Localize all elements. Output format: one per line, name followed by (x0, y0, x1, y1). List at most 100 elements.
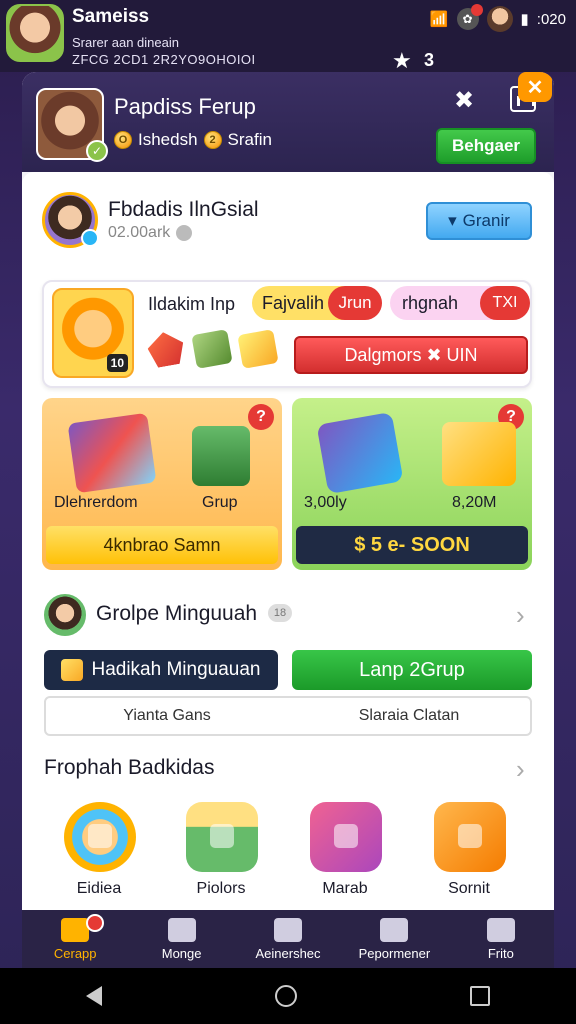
inbox-icon (380, 917, 409, 942)
nav-item-inbox[interactable]: Pepormener (341, 910, 447, 968)
mail-icon (274, 917, 303, 942)
group-tabs: Yianta Gans Slaraia Clatan (44, 696, 532, 736)
reward-tile-green[interactable]: ? 3,00ly 8,20M $ 5 e- SOON (292, 398, 532, 570)
tile-action-button[interactable]: $ 5 e- SOON (296, 526, 528, 564)
header-avatar[interactable]: ✓ (36, 88, 108, 162)
verified-icon: ✓ (86, 140, 108, 162)
nav-item-monge[interactable]: Monge (128, 910, 234, 968)
feature-item[interactable]: Marab (290, 798, 400, 910)
tab-right[interactable]: Slaraia Clatan (288, 698, 530, 734)
nav-item-home[interactable]: Cerapp (22, 910, 128, 968)
feature-item[interactable]: Piolors (166, 798, 276, 910)
character-icon (64, 802, 136, 872)
profile-meta-text: 02.00ark (108, 224, 171, 241)
level-badge: 10 (106, 354, 128, 372)
tile-label: Dlehrerdom (54, 494, 138, 511)
nav-item-messages[interactable]: Aeinershec (235, 910, 341, 968)
header-title: Papdiss Ferup (114, 94, 256, 119)
profile-name: Fbdadis IlnGsial (108, 198, 259, 221)
tile-label: 8,20M (452, 494, 497, 511)
currency-label: Srafin (227, 130, 272, 149)
promo-title: Ildakim Inp (148, 294, 236, 314)
tile-action-button[interactable]: 4knbrao Samn (46, 526, 278, 564)
tablet-icon (316, 411, 404, 495)
coin-stack-icon (186, 802, 258, 872)
tools-icon[interactable]: ✖ (454, 86, 474, 115)
section-title: Frophah Badkidas (44, 756, 215, 779)
nav-label: Pepormener (358, 945, 431, 961)
pill-badge: Jrun (328, 286, 382, 320)
gift-icon (310, 802, 382, 872)
pill-badge: TXI (480, 286, 530, 320)
feature-label: Eidiea (76, 880, 122, 897)
clock-time: :020 (536, 10, 566, 28)
status-title: Sameiss (72, 6, 150, 27)
tile-label: 3,00ly (304, 494, 347, 511)
green-gem-icon (191, 329, 233, 369)
system-navigation (0, 968, 576, 1024)
star-count: 3 (424, 50, 435, 70)
group-badge: 18 (268, 604, 292, 622)
info-icon (176, 225, 193, 241)
group-green-button[interactable]: Lanp 2Grup (292, 650, 532, 690)
star-icon: ★ (392, 48, 412, 73)
promo-pill-yellow[interactable]: Fajvalih Jrun (252, 286, 382, 320)
treasure-icon (192, 426, 250, 486)
gold-chest-icon (442, 422, 516, 486)
nav-label: Cerapp (53, 945, 97, 961)
feature-label: Marab (322, 880, 368, 897)
status-icons: 📶 ✿ ▮ :020 (430, 4, 566, 32)
app-avatar[interactable] (6, 4, 64, 62)
currency-label: Ishedsh (138, 130, 198, 149)
header-currencies: O Ishedsh 2 Srafin (114, 130, 272, 150)
promo-pill-pink[interactable]: rhgnah TXI (390, 286, 530, 320)
close-button[interactable]: ✕ (518, 72, 552, 102)
recent-apps-icon[interactable] (469, 986, 490, 1006)
dropdown-button[interactable]: ▾ Granir (426, 202, 532, 240)
dropdown-label: Granir (462, 211, 510, 230)
header-action-button[interactable]: Behgaer (436, 128, 536, 164)
feature-label: Piolors (196, 880, 246, 897)
user-avatar-icon[interactable] (486, 6, 513, 32)
promo-red-button[interactable]: Dalgmors ✖ UIN (294, 336, 528, 374)
nav-label: Aeinershec (255, 945, 321, 961)
tab-left[interactable]: Yianta Gans (46, 698, 288, 734)
button-label: Hadikah Minguauan (91, 659, 261, 680)
promo-card[interactable]: 10 Ildakim Inp Fajvalih Jrun rhgnah TXI … (42, 280, 532, 388)
red-gem-icon (145, 329, 186, 369)
reward-tile-orange[interactable]: ? Dlehrerdom Grup 4knbrao Samn (42, 398, 282, 570)
status-subtitle: Srarer aan dineain (72, 35, 179, 50)
notification-icon[interactable]: ✿ (456, 4, 483, 30)
home-icon (61, 917, 90, 942)
content-area: Fbdadis IlnGsial 02.00ark ▾ Granir 10 Il… (22, 172, 554, 910)
panel-header: ✓ Papdiss Ferup O Ishedsh 2 Srafin ✖ ✕ B… (22, 72, 554, 172)
character-avatar[interactable]: 10 (52, 288, 134, 378)
profile-avatar[interactable] (42, 192, 99, 248)
nav-label: Frito (487, 945, 514, 961)
coin-icon: 2 (203, 131, 222, 149)
help-icon[interactable]: ? (248, 404, 274, 430)
chevron-right-icon[interactable]: › (516, 754, 525, 785)
person-icon (486, 917, 515, 942)
nav-label: Monge (161, 945, 202, 961)
gold-gem-icon (237, 329, 279, 369)
bottom-navigation: Cerapp Monge Aeinershec Pepormener Frito (22, 910, 554, 968)
gem-row (145, 329, 279, 369)
group-title[interactable]: Grolpe Minguuah (96, 602, 257, 626)
coin-icon: O (114, 131, 132, 149)
pill-label: Fajvalih (262, 292, 325, 313)
nav-item-profile[interactable]: Frito (448, 910, 554, 968)
back-icon[interactable] (86, 986, 103, 1006)
group-navy-button[interactable]: Hadikah Minguauan (44, 650, 278, 690)
feature-item[interactable]: Sornit (414, 798, 524, 910)
camera-icon (434, 802, 506, 872)
notification-badge (86, 914, 104, 932)
status-dot-icon (81, 229, 99, 247)
home-circle-icon[interactable] (274, 985, 297, 1007)
chevron-right-icon[interactable]: › (516, 600, 525, 631)
feature-item[interactable]: Eidiea (44, 798, 154, 910)
lock-icon (167, 917, 196, 942)
battery-icon: ▮ (520, 11, 529, 28)
group-avatar[interactable] (44, 594, 86, 636)
cube-icon (61, 659, 84, 681)
